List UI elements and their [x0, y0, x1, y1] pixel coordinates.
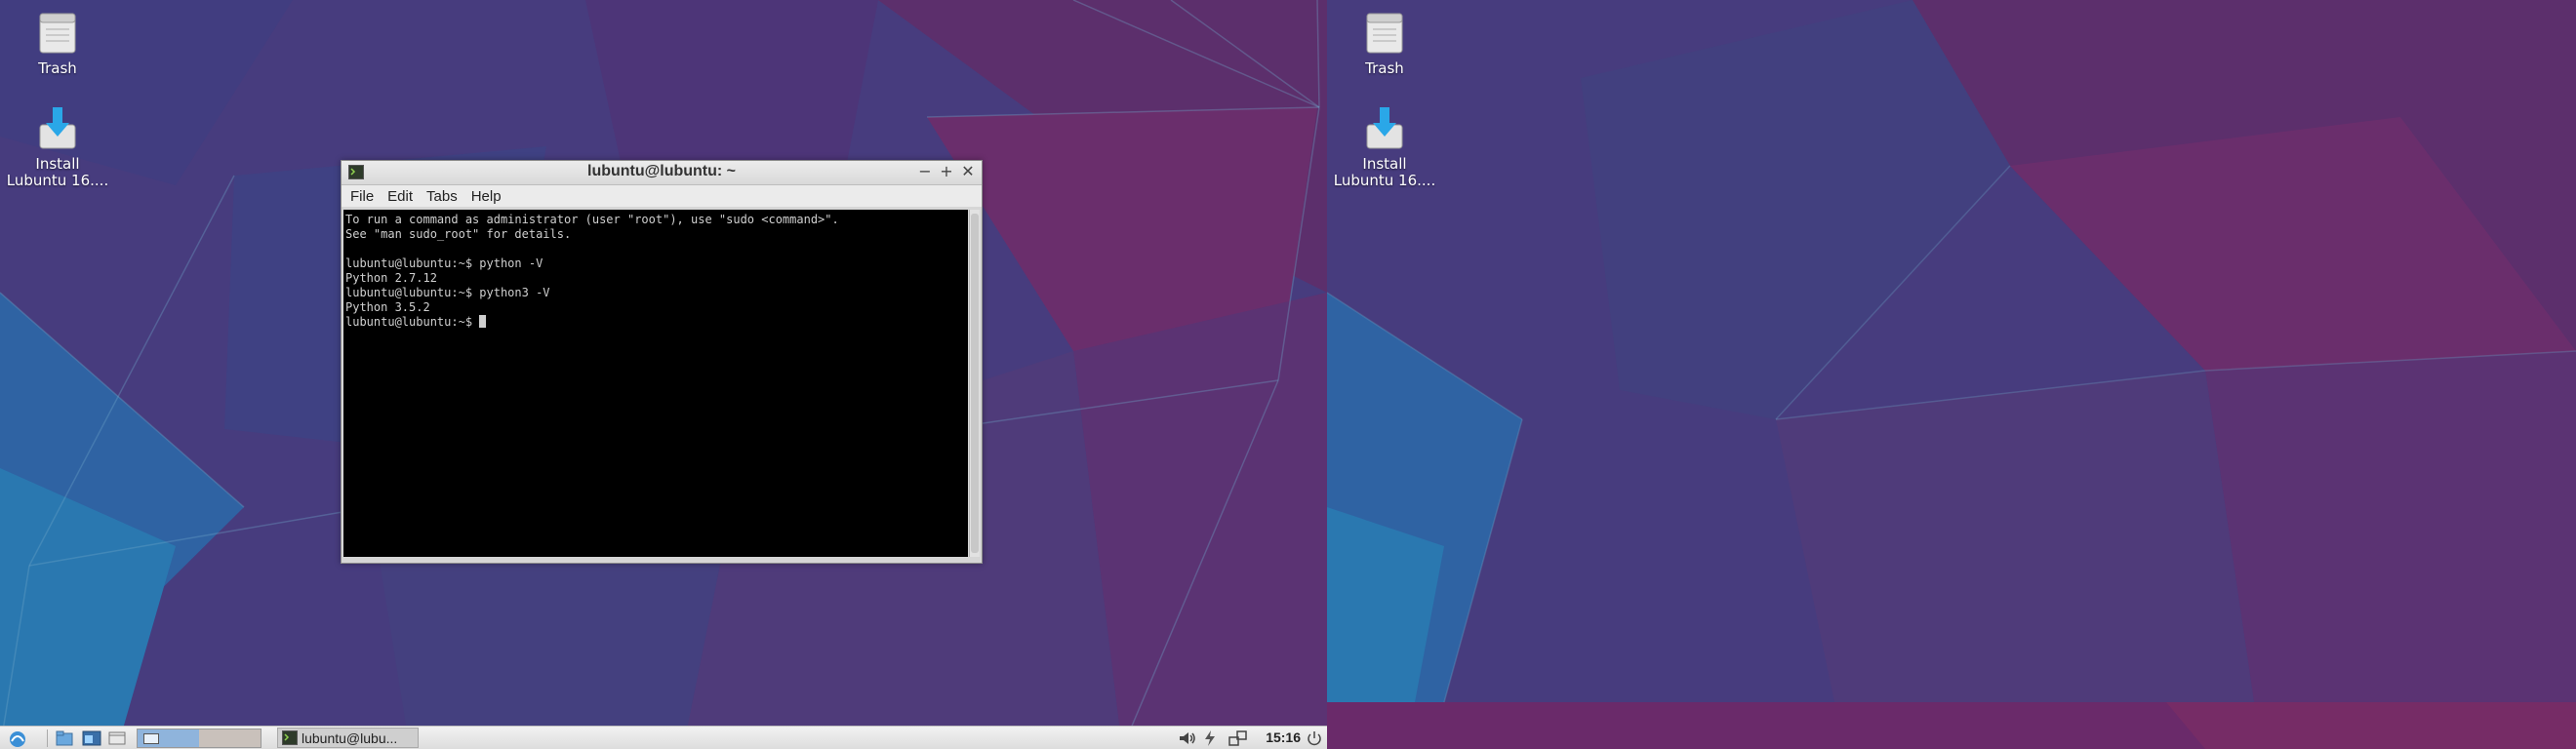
terminal-line: ​ [345, 242, 966, 256]
power-lightning-icon[interactable] [1202, 729, 1218, 747]
terminal-line: See "man sudo_root" for details. [345, 227, 572, 241]
terminal-cursor [479, 315, 487, 328]
taskbar-button-terminal[interactable]: lubuntu@lubu... [277, 728, 419, 748]
desktop-icon-install[interactable]: Install Lubuntu 16.... [1331, 105, 1438, 189]
trash-icon [1361, 10, 1408, 57]
shutdown-icon[interactable] [1306, 729, 1323, 747]
workspace-1[interactable] [138, 729, 199, 747]
browser-icon[interactable] [82, 729, 101, 747]
start-menu-icon[interactable] [6, 729, 29, 747]
window-title: lubuntu@lubuntu: ~ [587, 163, 736, 179]
desktop-icon-label: Trash [1365, 59, 1404, 77]
menu-file[interactable]: File [345, 188, 379, 205]
desktop-left: Trash Install Lubuntu 16.... lubuntu@lub… [0, 0, 1327, 749]
workspace-switcher[interactable] [137, 729, 262, 748]
terminal-icon [282, 730, 298, 745]
desktop-icon-install[interactable]: Install Lubuntu 16.... [4, 105, 111, 189]
menu-edit[interactable]: Edit [382, 188, 418, 205]
install-icon [1361, 105, 1408, 152]
show-desktop-icon[interactable] [107, 729, 127, 747]
desktop-icon-label: Trash [38, 59, 77, 77]
terminal-menubar: File Edit Tabs Help [342, 185, 982, 207]
terminal-line: lubuntu@lubuntu:~$ python -V [345, 256, 543, 270]
terminal-scrollbar[interactable] [969, 210, 980, 557]
terminal-prompt-line: lubuntu@lubuntu:~$ [345, 315, 966, 330]
terminal-line: lubuntu@lubuntu:~$ python3 -V [345, 286, 550, 299]
terminal-line: Python 2.7.12 [345, 271, 437, 285]
minimize-icon[interactable]: − [917, 163, 933, 180]
close-icon[interactable]: ✕ [960, 163, 976, 180]
menu-help[interactable]: Help [466, 188, 506, 205]
clock[interactable]: 15:16 [1266, 729, 1301, 745]
menu-tabs[interactable]: Tabs [422, 188, 463, 205]
trash-icon [34, 10, 81, 57]
volume-icon[interactable] [1178, 729, 1197, 747]
network-icon[interactable] [1228, 729, 1249, 747]
file-manager-icon[interactable] [55, 729, 74, 747]
desktop-icon-trash[interactable]: Trash [1331, 10, 1438, 77]
terminal-line: Python 3.5.2 [345, 300, 430, 314]
taskbar-button-label: lubuntu@lubu... [302, 729, 398, 746]
desktop-icon-label: Install Lubuntu 16.... [1333, 155, 1436, 189]
desktop-icon-trash[interactable]: Trash [4, 10, 111, 77]
install-icon [34, 105, 81, 152]
workspace-2[interactable] [199, 729, 261, 747]
wallpaper [1327, 0, 2576, 749]
desktop-icon-label: Install Lubuntu 16.... [6, 155, 109, 189]
terminal-prompt: lubuntu@lubuntu:~$ [345, 315, 480, 329]
terminal-line: To run a command as administrator (user … [345, 213, 839, 226]
panel-separator [47, 729, 48, 747]
desktop-right: Trash Install Lubuntu 16.... [1327, 0, 2576, 749]
taskbar: lubuntu@lubu... 15:16 [0, 726, 1327, 749]
terminal-output[interactable]: To run a command as administrator (user … [343, 210, 968, 557]
maximize-icon[interactable]: + [939, 163, 954, 180]
scrollbar-thumb[interactable] [971, 214, 979, 553]
terminal-window[interactable]: lubuntu@lubuntu: ~ − + ✕ File Edit Tabs … [341, 160, 983, 564]
terminal-titlebar[interactable]: lubuntu@lubuntu: ~ − + ✕ [342, 161, 982, 185]
